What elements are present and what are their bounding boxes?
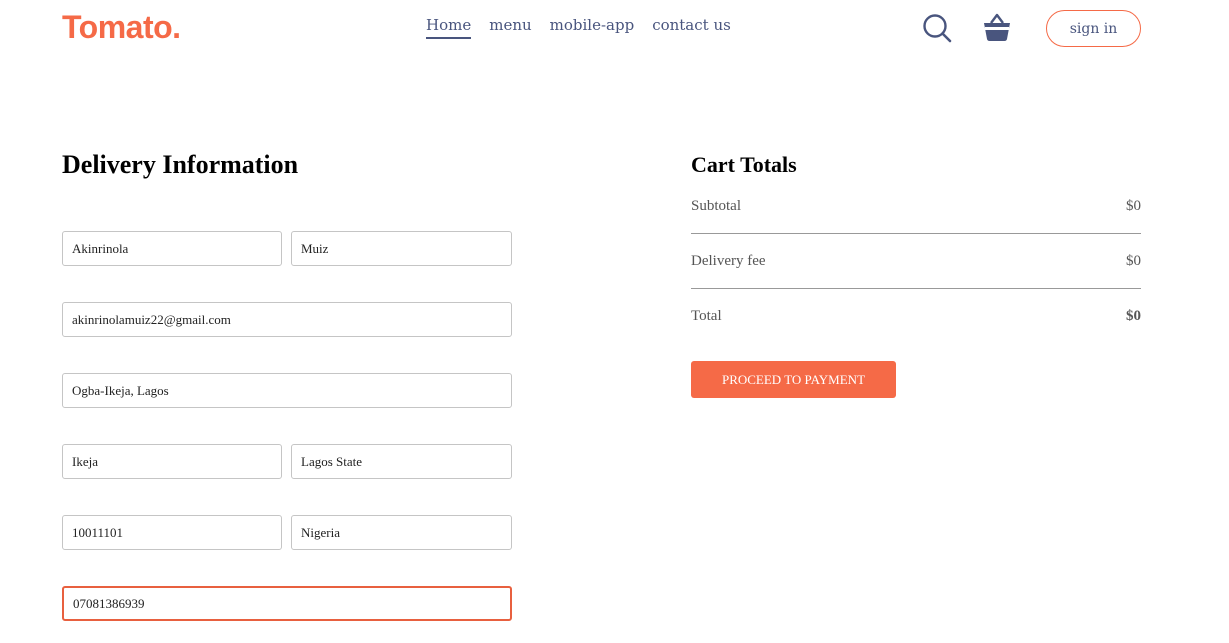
email-field[interactable] (62, 302, 512, 337)
phone-field[interactable] (62, 586, 512, 621)
nav-home[interactable]: Home (426, 16, 472, 39)
sign-in-button[interactable]: sign in (1046, 10, 1141, 47)
proceed-to-payment-button[interactable]: PROCEED TO PAYMENT (691, 361, 896, 398)
logo[interactable]: Tomato. (62, 9, 181, 46)
city-field[interactable] (62, 444, 282, 479)
subtotal-row: Subtotal $0 (691, 198, 1141, 215)
search-icon[interactable] (922, 13, 952, 43)
divider (691, 288, 1141, 289)
nav-mobile-app[interactable]: mobile-app (550, 16, 635, 39)
first-name-field[interactable] (62, 231, 282, 266)
subtotal-label: Subtotal (691, 198, 742, 214)
delivery-fee-label: Delivery fee (691, 253, 766, 269)
cart-totals-title: Cart Totals (691, 152, 797, 177)
delivery-fee-value: $0 (1126, 253, 1141, 269)
delivery-title: Delivery Information (62, 150, 299, 179)
zip-code-field[interactable] (62, 515, 282, 550)
state-field[interactable] (291, 444, 512, 479)
main-nav: Home menu mobile-app contact us (426, 16, 731, 39)
nav-menu[interactable]: menu (489, 16, 531, 39)
total-value: $0 (1126, 308, 1141, 324)
country-field[interactable] (291, 515, 512, 550)
delivery-fee-row: Delivery fee $0 (691, 253, 1141, 270)
street-field[interactable] (62, 373, 512, 408)
divider (691, 233, 1141, 234)
nav-contact-us[interactable]: contact us (652, 16, 731, 39)
last-name-field[interactable] (291, 231, 512, 266)
total-row: Total $0 (691, 308, 1141, 325)
subtotal-value: $0 (1126, 198, 1141, 214)
basket-icon[interactable] (983, 12, 1011, 42)
total-label: Total (691, 308, 722, 324)
